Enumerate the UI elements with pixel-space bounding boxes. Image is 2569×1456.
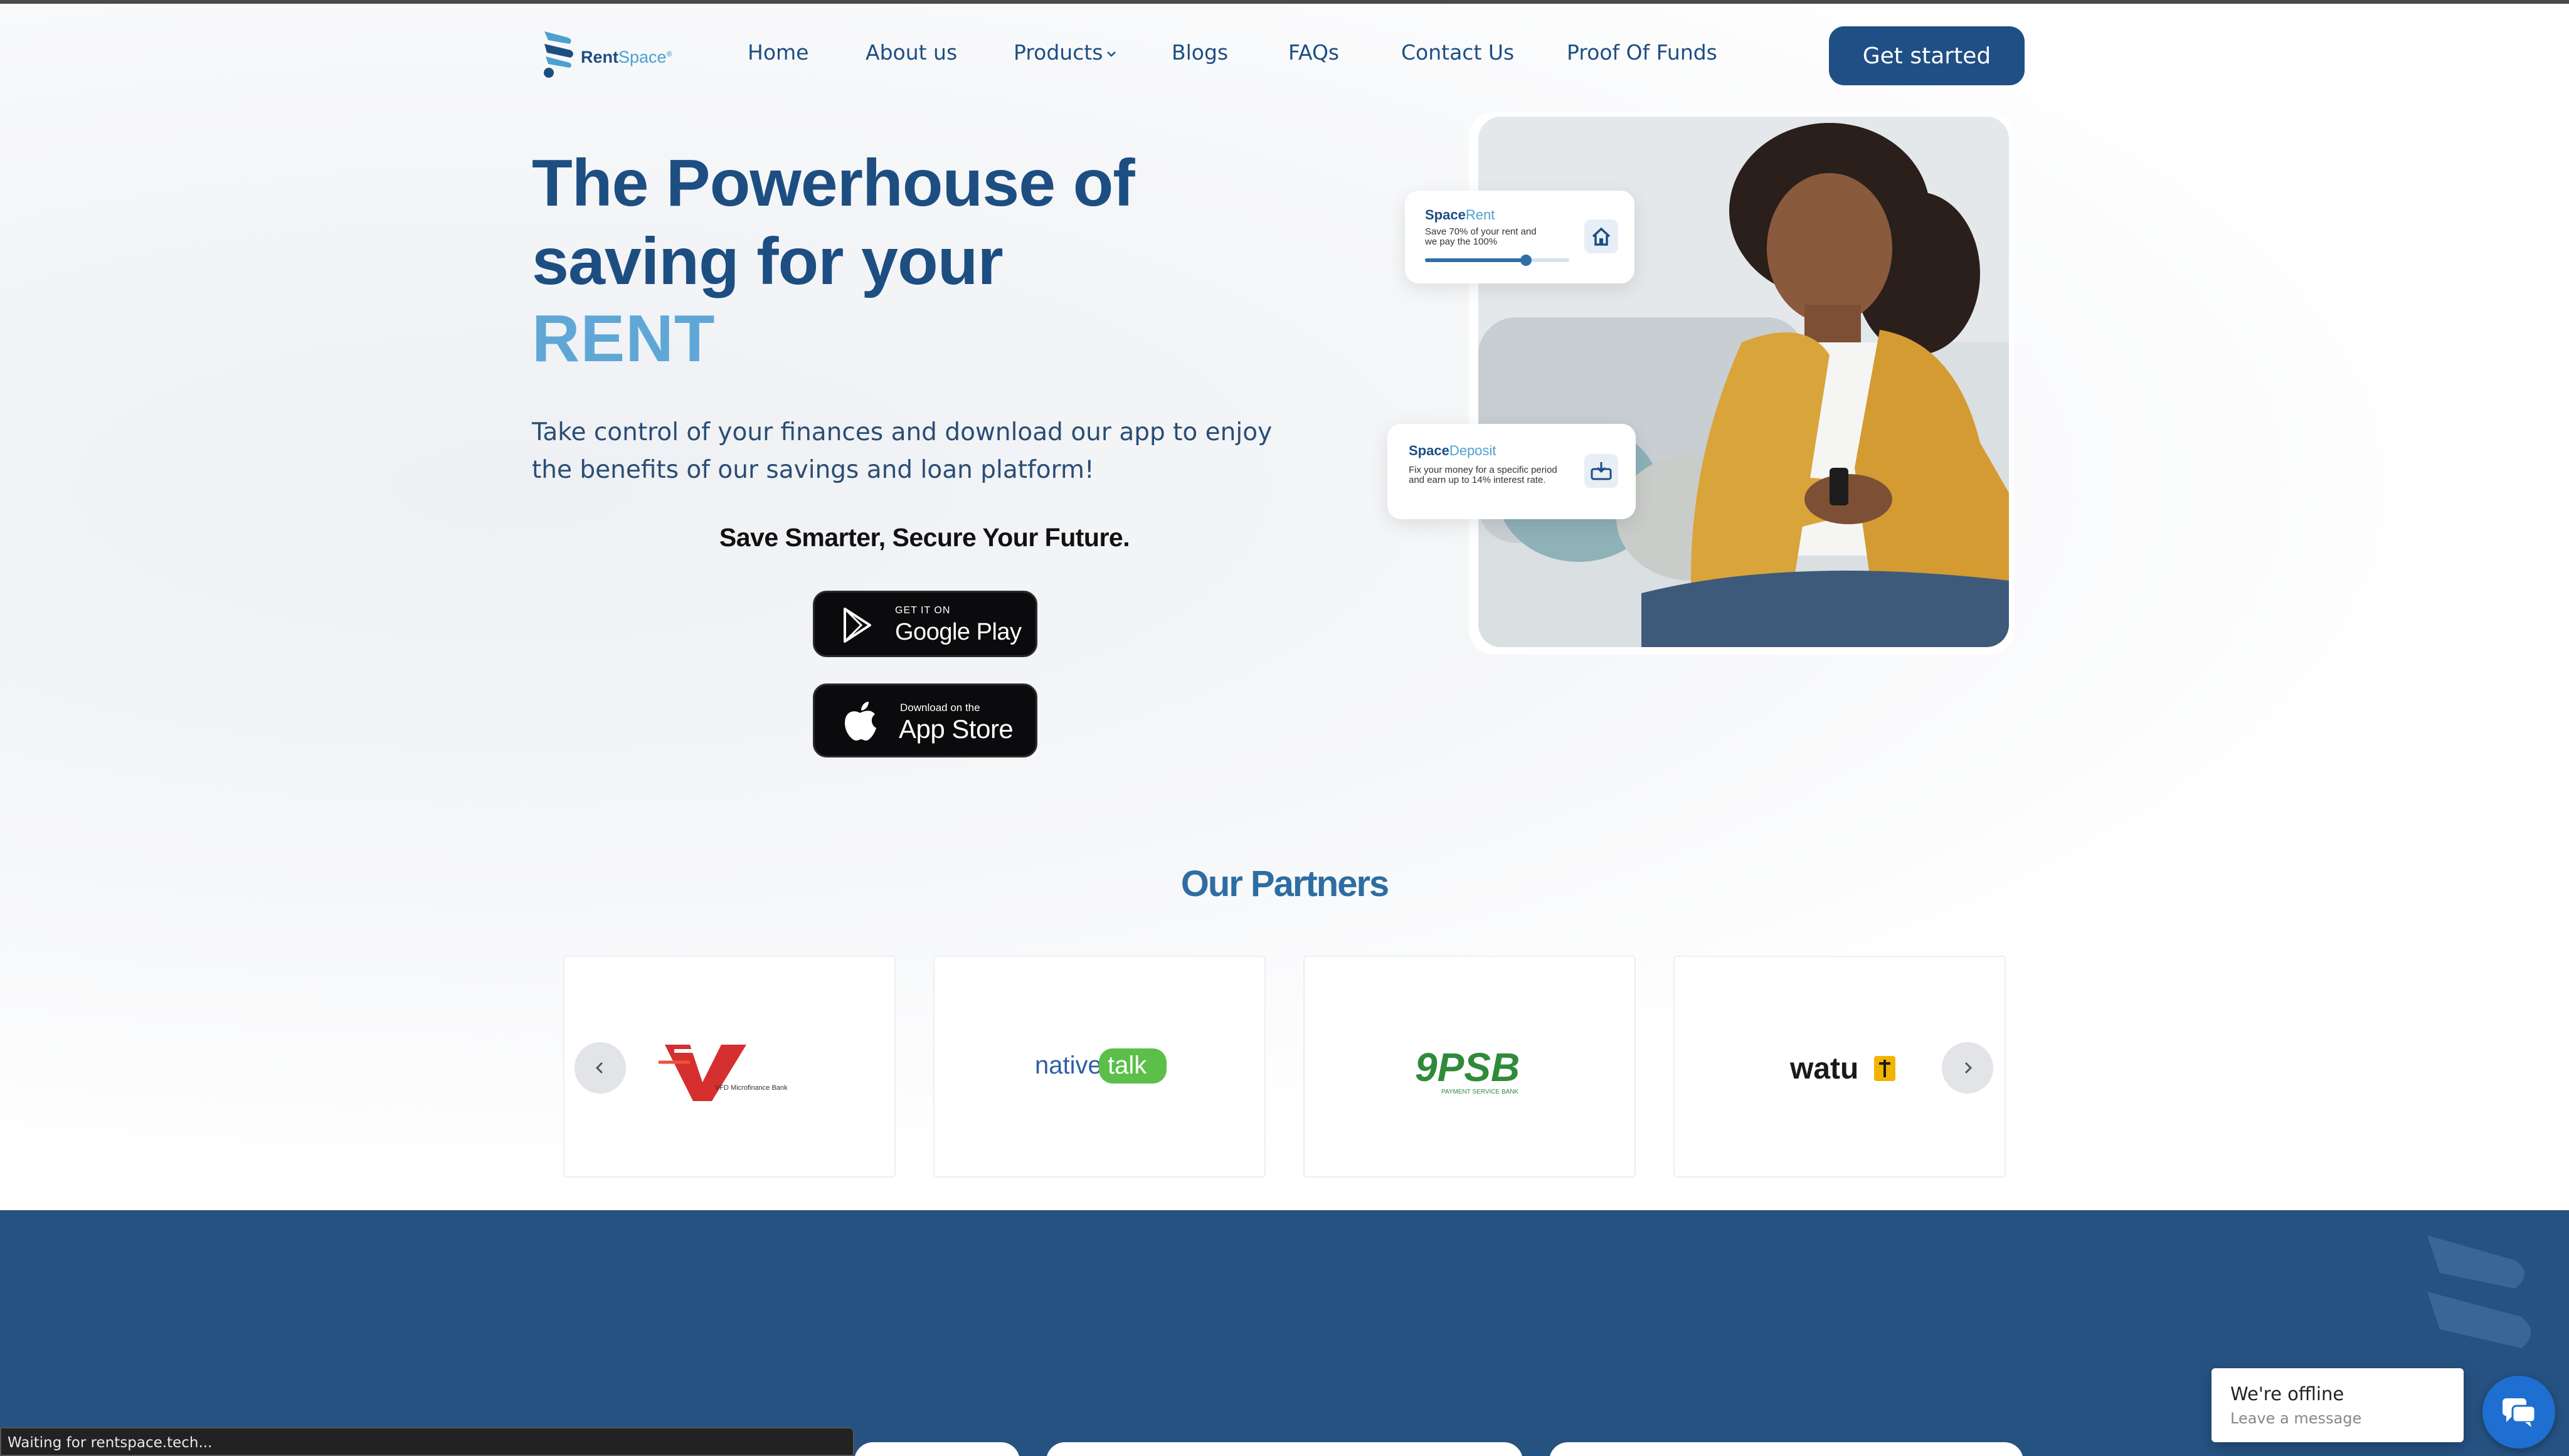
partner-card-9psb: 9PSB PAYMENT SERVICE BANK bbox=[1303, 956, 1636, 1178]
space-rent-title: SpaceRent bbox=[1425, 207, 1495, 223]
partner-card-nativetalk: native talk bbox=[933, 956, 1266, 1178]
space-rent-card: SpaceRent Save 70% of your rent and we p… bbox=[1405, 191, 1634, 283]
top-navigation: RentSpace® Home About us Products Blogs … bbox=[0, 4, 2569, 104]
space-deposit-card: SpaceDeposit Fix your money for a specif… bbox=[1387, 424, 1636, 519]
feature-card-edge-1 bbox=[854, 1442, 1020, 1456]
nav-blogs[interactable]: Blogs bbox=[1172, 40, 1228, 65]
rentspace-logo[interactable]: RentSpace® bbox=[541, 29, 672, 83]
feature-card-edge-2 bbox=[1046, 1442, 1523, 1456]
nav-products[interactable]: Products bbox=[1014, 40, 1103, 65]
get-started-button[interactable]: Get started bbox=[1829, 26, 2025, 85]
nativetalk-logo-text-b: talk bbox=[1108, 1052, 1147, 1079]
hero-accent-word: RENT bbox=[532, 302, 716, 376]
nav-home[interactable]: Home bbox=[748, 40, 808, 65]
chat-offline-box[interactable]: We're offline Leave a message bbox=[2211, 1368, 2464, 1442]
deposit-icon bbox=[1591, 462, 1612, 480]
hero-title: The Powerhouse of saving for your bbox=[532, 146, 1135, 298]
app-store-small-text: Download on the bbox=[900, 702, 980, 714]
space-deposit-text: Fix your money for a specific period and… bbox=[1409, 465, 1557, 485]
nav-proof-of-funds[interactable]: Proof Of Funds bbox=[1567, 40, 1717, 65]
space-deposit-title-accent: Deposit bbox=[1449, 443, 1496, 458]
logo-trademark: ® bbox=[666, 50, 672, 58]
house-icon-box bbox=[1584, 219, 1618, 253]
nativetalk-logo: native talk bbox=[1035, 1048, 1167, 1084]
google-play-small-text: GET IT ON bbox=[895, 605, 951, 616]
logo-text-accent: Space bbox=[618, 48, 667, 66]
space-rent-progress-fill bbox=[1425, 258, 1526, 262]
carousel-prev-button[interactable] bbox=[575, 1042, 626, 1094]
carousel-next-button[interactable] bbox=[1942, 1042, 1993, 1094]
partners-heading: Our Partners bbox=[1180, 863, 1390, 904]
google-play-icon bbox=[844, 608, 871, 643]
space-rent-text: Save 70% of your rent and we pay the 100… bbox=[1425, 226, 1537, 247]
google-play-button[interactable]: GET IT ON Google Play bbox=[813, 591, 1037, 657]
chevron-down-icon[interactable] bbox=[1105, 48, 1118, 60]
nav-about-us[interactable]: About us bbox=[866, 40, 957, 65]
rentspace-watermark-icon bbox=[2427, 1235, 2531, 1348]
app-store-big-text: App Store bbox=[899, 714, 1014, 744]
apple-icon bbox=[845, 702, 876, 741]
9psb-logo-subtext: PAYMENT SERVICE BANK bbox=[1441, 1089, 1519, 1095]
chat-open-button[interactable] bbox=[2482, 1376, 2555, 1448]
chat-subtitle: Leave a message bbox=[2230, 1410, 2362, 1427]
google-play-big-text: Google Play bbox=[895, 619, 1022, 645]
space-rent-progress-knob bbox=[1520, 255, 1532, 266]
9psb-logo: 9PSB PAYMENT SERVICE BANK bbox=[1415, 1045, 1520, 1095]
nav-contact-us[interactable]: Contact Us bbox=[1401, 40, 1514, 65]
chat-bubble-icon bbox=[2503, 1398, 2536, 1427]
watu-logo-text: watu bbox=[1789, 1052, 1858, 1085]
space-deposit-title: SpaceDeposit bbox=[1409, 443, 1496, 459]
house-icon bbox=[1592, 227, 1611, 246]
logo-text-primary: Rent bbox=[581, 48, 618, 66]
deposit-icon-box bbox=[1584, 454, 1618, 488]
chat-title: We're offline bbox=[2230, 1383, 2344, 1405]
status-text: Waiting for rentspace.tech... bbox=[8, 1435, 213, 1451]
nativetalk-logo-text-a: native bbox=[1035, 1052, 1102, 1079]
features-section bbox=[0, 1210, 2569, 1456]
nav-faqs[interactable]: FAQs bbox=[1288, 40, 1339, 65]
app-store-button[interactable]: Download on the App Store bbox=[813, 683, 1037, 757]
rentspace-logo-icon bbox=[544, 31, 573, 78]
feature-card-edge-3 bbox=[1549, 1442, 2023, 1456]
9psb-logo-text: 9PSB bbox=[1415, 1045, 1520, 1090]
browser-status-bar: Waiting for rentspace.tech... bbox=[0, 1427, 854, 1456]
space-rent-title-accent: Rent bbox=[1465, 207, 1495, 223]
chevron-left-icon bbox=[595, 1062, 603, 1074]
chevron-right-icon bbox=[1964, 1062, 1973, 1074]
logo-wordmark: RentSpace® bbox=[581, 48, 672, 67]
space-rent-title-prefix: Space bbox=[1425, 207, 1466, 223]
hero-tagline: Save Smarter, Secure Your Future. bbox=[719, 523, 1130, 552]
hero-description: Take control of your finances and downlo… bbox=[532, 418, 1273, 484]
vfd-logo-text: VFD Microfinance Bank bbox=[715, 1084, 788, 1092]
space-deposit-title-prefix: Space bbox=[1409, 443, 1449, 458]
